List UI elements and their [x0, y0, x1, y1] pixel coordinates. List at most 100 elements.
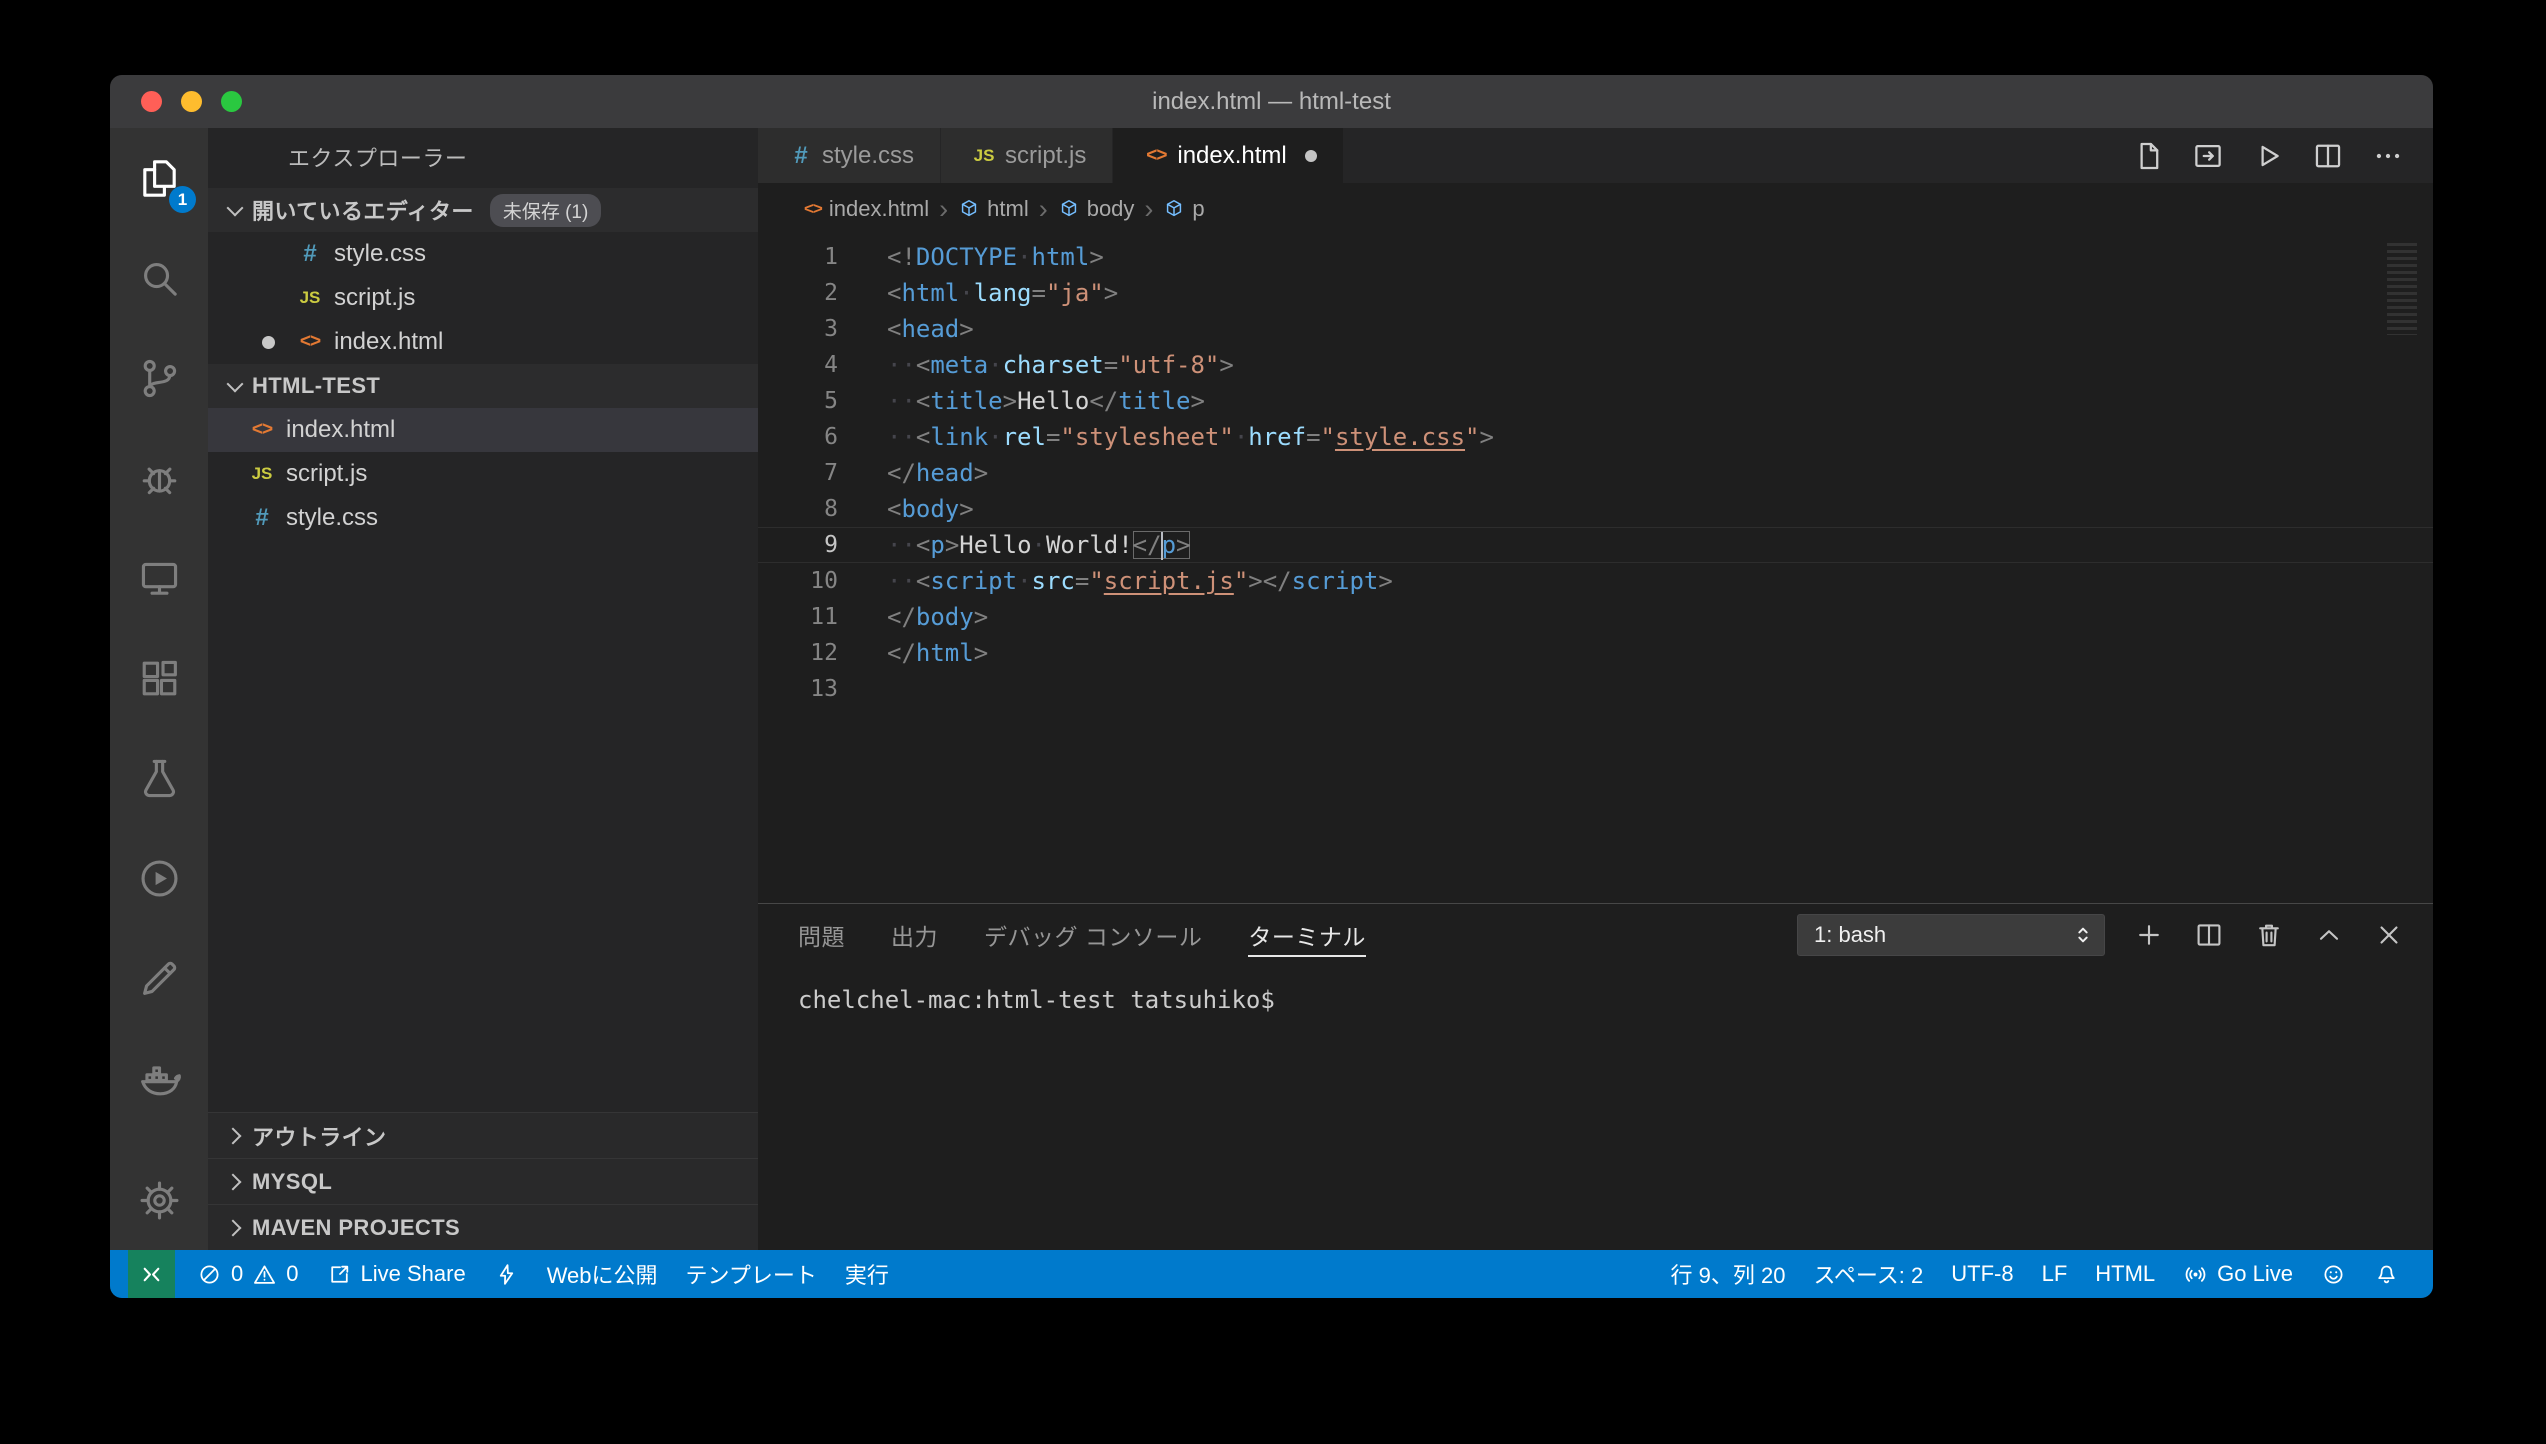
- line-number[interactable]: 11: [758, 599, 838, 635]
- open-editor-item[interactable]: <>index.html: [208, 320, 758, 364]
- tab[interactable]: JSscript.js: [941, 128, 1113, 183]
- run-label: 実行: [845, 1258, 889, 1290]
- code-line[interactable]: 8<body>: [758, 491, 2433, 527]
- editor[interactable]: 1<!DOCTYPE·html>2<html·lang="ja">3<head>…: [758, 235, 2433, 903]
- breadcrumb-item[interactable]: <>index.html: [804, 196, 929, 222]
- line-number[interactable]: 9: [758, 527, 838, 563]
- panel-tab[interactable]: デバッグ コンソール: [984, 904, 1202, 966]
- tab[interactable]: #style.css: [758, 128, 941, 183]
- open-preview-button[interactable]: [2191, 139, 2225, 173]
- language-mode[interactable]: HTML: [2081, 1250, 2169, 1298]
- code-line[interactable]: 3<head>: [758, 311, 2433, 347]
- go-live-button[interactable]: Go Live: [2169, 1250, 2307, 1298]
- panel-tab[interactable]: 出力: [891, 904, 938, 966]
- minimize-button[interactable]: [181, 91, 202, 112]
- file-item[interactable]: #style.css: [208, 496, 758, 540]
- notifications-button[interactable]: [2360, 1250, 2413, 1298]
- docker-activity-button[interactable]: [110, 1028, 208, 1128]
- minimap[interactable]: [2387, 243, 2417, 335]
- breadcrumb-item[interactable]: p: [1163, 196, 1204, 222]
- template-button[interactable]: テンプレート: [672, 1250, 831, 1298]
- code-line[interactable]: 12</html>: [758, 635, 2433, 671]
- remote-explorer-activity-button[interactable]: [110, 528, 208, 628]
- open-editor-item[interactable]: #style.css: [208, 232, 758, 276]
- debug-activity-button[interactable]: [110, 428, 208, 528]
- publish-web-button[interactable]: Webに公開: [533, 1250, 672, 1298]
- line-number[interactable]: 13: [758, 671, 838, 707]
- indentation-status[interactable]: スペース: 2: [1799, 1250, 1937, 1298]
- line-number[interactable]: 6: [758, 419, 838, 455]
- sidebar-section[interactable]: アウトライン: [208, 1112, 758, 1158]
- code-line[interactable]: 6··<link·rel="stylesheet"·href="style.cs…: [758, 419, 2433, 455]
- breadcrumb-item[interactable]: html: [958, 196, 1029, 222]
- problems-status[interactable]: 0 0: [183, 1250, 313, 1298]
- open-editors-header[interactable]: 開いているエディター 未保存 (1): [208, 188, 758, 232]
- new-terminal-button[interactable]: [2133, 919, 2165, 951]
- live-server-activity-button[interactable]: [110, 828, 208, 928]
- code-line[interactable]: 2<html·lang="ja">: [758, 275, 2433, 311]
- deploy-button[interactable]: [480, 1250, 533, 1298]
- run-code-button[interactable]: [2251, 139, 2285, 173]
- code-line[interactable]: 9··<p>Hello·World!</p>: [758, 527, 2433, 563]
- code-token: <: [887, 315, 901, 343]
- line-number[interactable]: 3: [758, 311, 838, 347]
- terminal-selector[interactable]: 1: bash: [1797, 914, 2105, 956]
- line-number[interactable]: 10: [758, 563, 838, 599]
- code-line[interactable]: 7</head>: [758, 455, 2433, 491]
- code-line[interactable]: 10··<script·src="script.js"></script>: [758, 563, 2433, 599]
- encoding-status[interactable]: UTF-8: [1937, 1250, 2027, 1298]
- open-changes-button[interactable]: [2131, 139, 2165, 173]
- more-actions-button[interactable]: [2371, 139, 2405, 173]
- run-task-button[interactable]: 実行: [831, 1250, 903, 1298]
- line-number[interactable]: 12: [758, 635, 838, 671]
- line-number[interactable]: 8: [758, 491, 838, 527]
- maximize-panel-button[interactable]: [2313, 919, 2345, 951]
- split-terminal-button[interactable]: [2193, 919, 2225, 951]
- html-file-icon: <>: [804, 199, 822, 219]
- live-share-label: Live Share: [361, 1261, 466, 1287]
- edit-activity-button[interactable]: [110, 928, 208, 1028]
- sidebar-section[interactable]: MAVEN PROJECTS: [208, 1204, 758, 1250]
- line-number[interactable]: 5: [758, 383, 838, 419]
- close-button[interactable]: [141, 91, 162, 112]
- line-number[interactable]: 4: [758, 347, 838, 383]
- settings-icon: [136, 1177, 183, 1224]
- feedback-button[interactable]: [2307, 1250, 2360, 1298]
- breadcrumb-separator: ›: [1039, 196, 1048, 223]
- split-editor-button[interactable]: [2311, 139, 2345, 173]
- live-share-button[interactable]: Live Share: [313, 1250, 480, 1298]
- line-number[interactable]: 1: [758, 239, 838, 275]
- code-line[interactable]: 5··<title>Hello</title>: [758, 383, 2433, 419]
- line-number[interactable]: 7: [758, 455, 838, 491]
- code-token: <: [916, 351, 930, 379]
- explorer-activity-button[interactable]: 1: [110, 128, 208, 228]
- source-control-activity-button[interactable]: [110, 328, 208, 428]
- terminal[interactable]: chelchel-mac:html-test tatsuhiko$: [758, 966, 2433, 1014]
- remote-indicator[interactable]: [128, 1250, 175, 1298]
- zoom-button[interactable]: [221, 91, 242, 112]
- settings-activity-button[interactable]: [110, 1150, 208, 1250]
- code-line[interactable]: 11</body>: [758, 599, 2433, 635]
- file-item[interactable]: <>index.html: [208, 408, 758, 452]
- code-token: html: [1032, 243, 1090, 271]
- breadcrumb-item[interactable]: body: [1058, 196, 1135, 222]
- search-activity-button[interactable]: [110, 228, 208, 328]
- code-line[interactable]: 13: [758, 671, 2433, 707]
- code-line[interactable]: 1<!DOCTYPE·html>: [758, 239, 2433, 275]
- cursor-position[interactable]: 行 9、列 20: [1657, 1250, 1800, 1298]
- test-activity-button[interactable]: [110, 728, 208, 828]
- line-number[interactable]: 2: [758, 275, 838, 311]
- extensions-activity-button[interactable]: [110, 628, 208, 728]
- open-editor-item[interactable]: JSscript.js: [208, 276, 758, 320]
- tab[interactable]: <>index.html: [1113, 128, 1343, 183]
- sidebar-section[interactable]: MYSQL: [208, 1158, 758, 1204]
- close-panel-button[interactable]: [2373, 919, 2405, 951]
- panel-tab[interactable]: ターミナル: [1248, 904, 1366, 966]
- code-line[interactable]: 4··<meta·charset="utf-8">: [758, 347, 2433, 383]
- eol-status[interactable]: LF: [2028, 1250, 2082, 1298]
- folder-header[interactable]: HTML-TEST: [208, 364, 758, 408]
- file-item[interactable]: JSscript.js: [208, 452, 758, 496]
- kill-terminal-button[interactable]: [2253, 919, 2285, 951]
- code-token: body: [916, 603, 974, 631]
- panel-tab[interactable]: 問題: [798, 904, 845, 966]
